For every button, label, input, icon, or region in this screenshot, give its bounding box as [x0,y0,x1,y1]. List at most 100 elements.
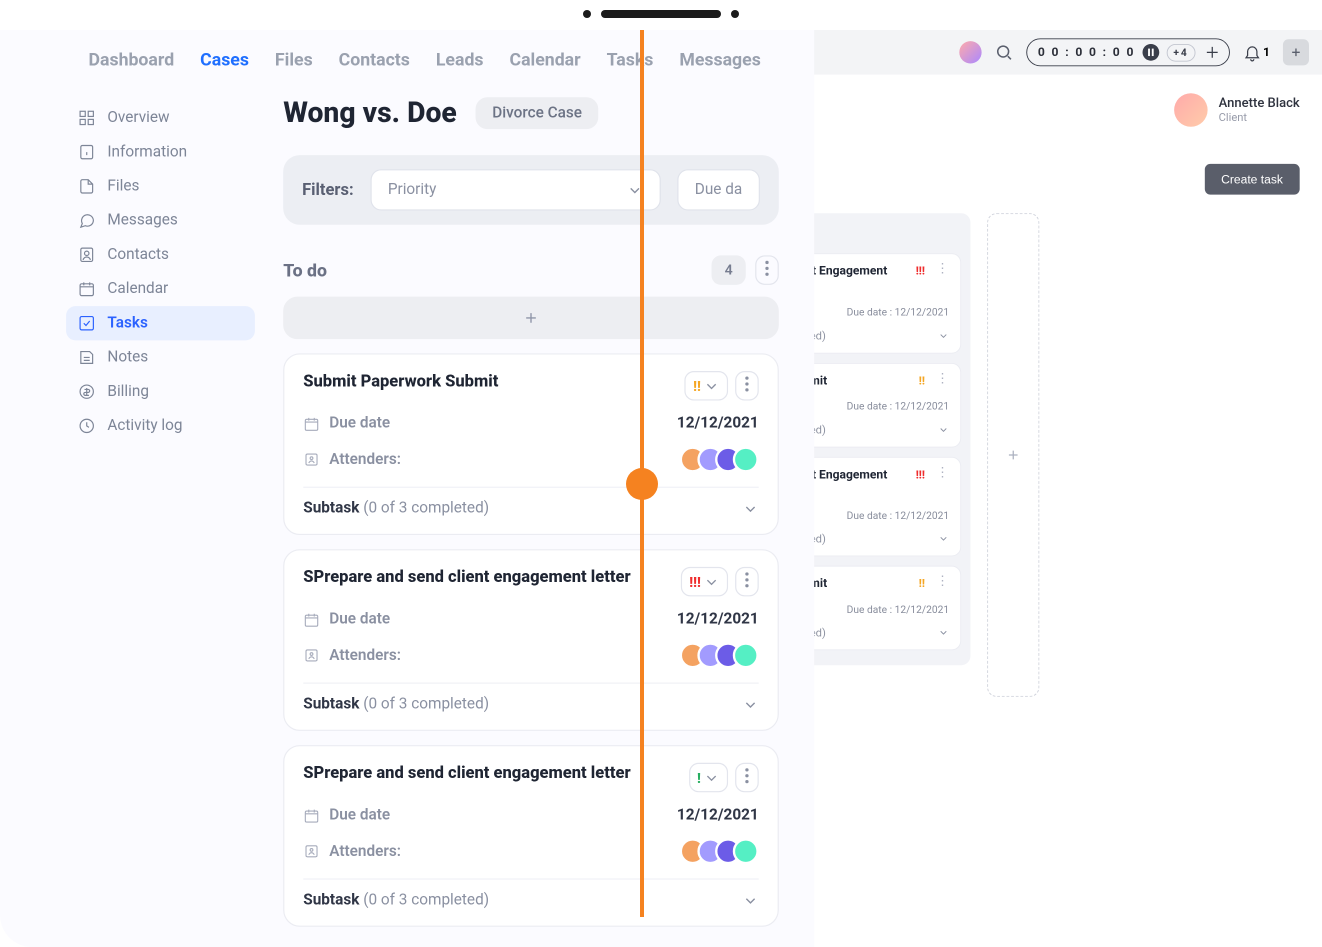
task-menu-button[interactable]: ⋮ [936,577,949,586]
avatar [733,447,759,473]
client-info[interactable]: Annette Black Client [1174,93,1300,126]
sidebar-item-tasks[interactable]: Tasks [66,306,255,340]
task-menu-button[interactable]: ⋮ [936,374,949,383]
chevron-down-icon[interactable] [742,892,759,909]
overview-icon [78,109,96,127]
due-date-label: Due date [329,806,390,824]
msg-icon [78,212,96,230]
priority-select[interactable]: !!! [681,567,728,597]
sidebar-item-messages[interactable]: Messages [66,203,255,237]
attenders-avatars[interactable] [680,642,759,668]
calendar-icon [78,280,96,298]
priority-select[interactable]: ! [689,763,728,793]
users-icon [303,451,320,468]
task-menu-button[interactable] [735,371,759,401]
current-user-avatar[interactable] [959,41,981,63]
dots-vertical-icon [745,767,750,784]
search-icon[interactable] [994,43,1013,62]
attenders-label: Attenders: [329,842,401,860]
chevron-down-icon[interactable] [938,424,949,435]
dots-vertical-icon [745,376,750,393]
calendar-icon [303,807,320,824]
sidebar-item-contacts[interactable]: Contacts [66,238,255,272]
task-title: SPrepare and send client engagement lett… [303,567,671,588]
task-menu-button[interactable]: ⋮ [936,468,949,477]
client-avatar [1174,93,1207,126]
create-task-button[interactable]: Create task [1204,164,1299,195]
column-header-todo: To do [283,260,327,281]
file-icon [78,178,96,196]
due-date-label: Due date [329,611,390,629]
case-type-badge: Divorce Case [476,97,599,129]
chevron-down-icon[interactable] [938,534,949,545]
task-menu-button[interactable] [735,567,759,597]
priority-indicator: !! [919,374,925,387]
client-name: Annette Black [1219,96,1300,111]
nav-item-contacts[interactable]: Contacts [339,49,410,70]
contacts-icon [78,246,96,264]
plus-icon [523,310,540,327]
task-card[interactable]: SPrepare and send client engagement lett… [283,549,779,731]
priority-select[interactable]: !! [685,371,728,401]
plus-icon [1006,448,1021,463]
nav-item-files[interactable]: Files [275,49,313,70]
attenders-avatars[interactable] [680,838,759,864]
comparison-divider-handle[interactable] [626,468,658,500]
chevron-down-icon [703,573,720,590]
avatar [733,642,759,668]
nav-item-messages[interactable]: Messages [679,49,760,70]
column-count-badge: 4 [712,255,746,285]
timer-widget[interactable]: 0 0 : 0 0 : 0 0 +4 [1026,38,1230,66]
due-date: Due date : 12/12/2021 [847,510,949,522]
tasks-icon [78,314,96,332]
filter-due-select[interactable]: Due da [677,169,760,210]
nav-item-leads[interactable]: Leads [436,49,484,70]
attenders-label: Attenders: [329,451,401,469]
nav-item-tasks[interactable]: Tasks [607,49,654,70]
users-icon [303,843,320,860]
chevron-down-icon[interactable] [938,330,949,341]
sidebar-item-information[interactable]: Information [66,135,255,169]
nav-item-calendar[interactable]: Calendar [509,49,580,70]
chevron-down-icon[interactable] [938,627,949,638]
task-menu-button[interactable] [735,763,759,793]
timer-add-icon[interactable] [1203,43,1222,62]
attenders-avatars[interactable] [680,447,759,473]
nav-item-cases[interactable]: Cases [200,49,249,70]
attenders-label: Attenders: [329,647,401,665]
notification-count: 1 [1263,45,1270,59]
priority-indicator: !! [919,577,925,590]
add-column-button[interactable] [987,213,1039,697]
sidebar-item-overview[interactable]: Overview [66,101,255,135]
chevron-down-icon[interactable] [742,500,759,517]
notifications-button[interactable]: 1 [1243,43,1270,62]
bell-icon [1243,43,1262,62]
sidebar-item-activity-log[interactable]: Activity log [66,409,255,443]
calendar-icon [303,611,320,628]
filter-bar: Filters: Priority Due da [283,155,779,225]
sidebar-item-calendar[interactable]: Calendar [66,272,255,306]
sidebar-item-files[interactable]: Files [66,169,255,203]
log-icon [78,417,96,435]
nav-item-dashboard[interactable]: Dashboard [88,49,174,70]
chevron-down-icon[interactable] [742,696,759,713]
timer-extra-count[interactable]: +4 [1167,43,1195,61]
task-menu-button[interactable]: ⋮ [936,264,949,273]
due-date-label: Due date [329,415,390,433]
task-card[interactable]: SPrepare and send client engagement lett… [283,745,779,927]
sidebar-item-notes[interactable]: Notes [66,340,255,374]
global-add-button[interactable] [1283,39,1309,65]
add-task-button[interactable] [283,297,779,339]
subtask-progress: (0 of 3 completed) [363,696,489,714]
task-card[interactable]: Submit Paperwork Submit!!Due date12/12/2… [283,353,779,535]
calendar-icon [303,415,320,432]
column-menu-button[interactable] [755,255,779,285]
notes-icon [78,349,96,367]
subtask-label: Subtask [303,891,363,909]
due-date-value: 12/12/2021 [677,611,759,629]
filter-priority-select[interactable]: Priority [370,169,660,210]
pause-icon[interactable] [1143,44,1160,61]
subtask-progress: (0 of 3 completed) [363,891,489,909]
sidebar-item-billing[interactable]: Billing [66,375,255,409]
case-sidebar: OverviewInformationFilesMessagesContacts… [66,101,255,443]
